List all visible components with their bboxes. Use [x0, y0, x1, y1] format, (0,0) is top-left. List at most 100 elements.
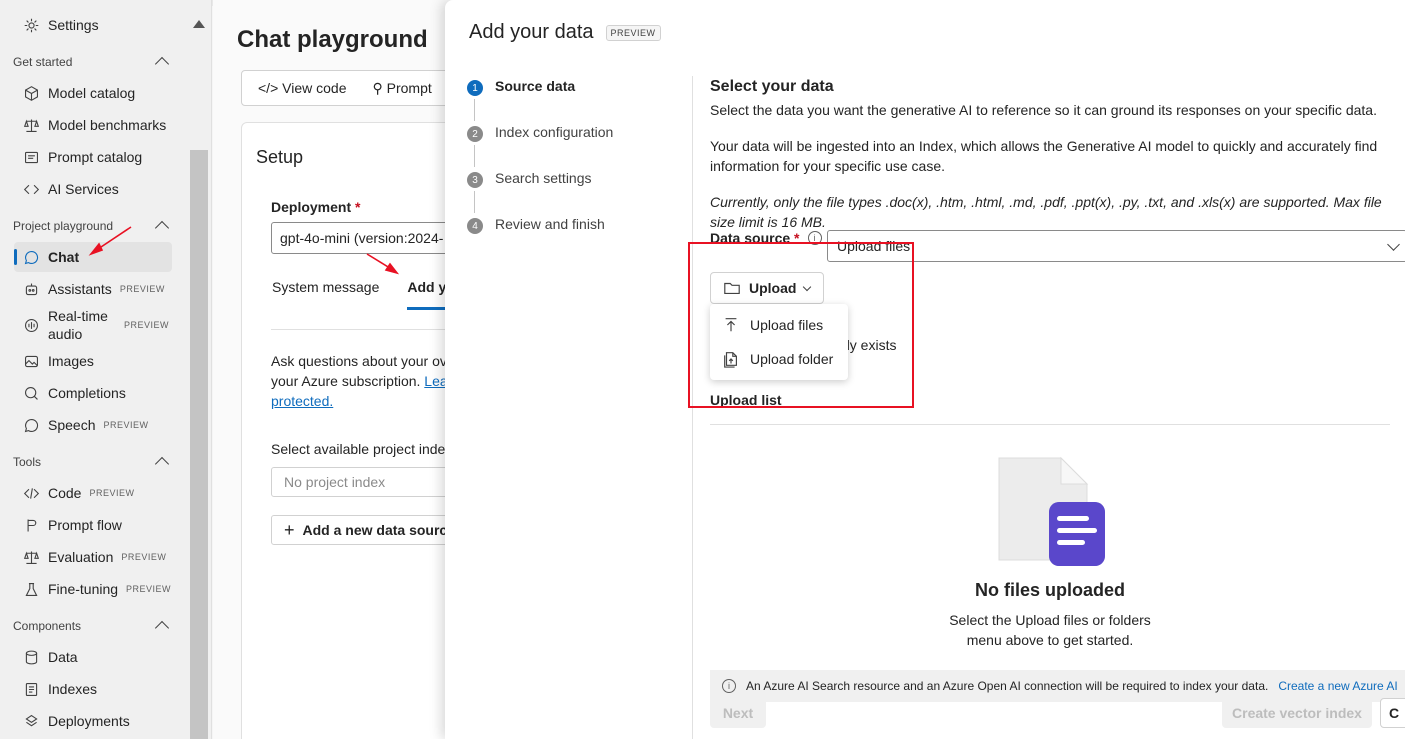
- next-button[interactable]: Next: [710, 698, 766, 728]
- deployment-label-text: Deployment: [271, 199, 352, 215]
- section-label: Get started: [13, 54, 73, 69]
- scroll-up-arrow-icon[interactable]: [193, 20, 205, 28]
- view-code-button[interactable]: </> View code: [258, 80, 346, 96]
- desc-line-2: your Azure subscription.: [271, 373, 425, 389]
- prompt-label: Prompt: [386, 79, 432, 96]
- section-get-started[interactable]: Get started: [13, 54, 173, 72]
- section-components[interactable]: Components: [13, 618, 173, 636]
- sidebar-item-ai-services[interactable]: AI Services: [14, 174, 172, 204]
- label-line-1: Real-time: [48, 308, 108, 324]
- step-number: 3: [467, 172, 483, 188]
- tab-system-message[interactable]: System message: [272, 279, 379, 310]
- section-heading: Select your data: [710, 78, 834, 95]
- deployment-label: Deployment *: [271, 199, 360, 215]
- setup-tabs: System message Add yo: [272, 279, 455, 310]
- chevron-up-icon: [154, 620, 170, 636]
- sidebar-item-label: Evaluation: [48, 549, 114, 565]
- sidebar-item-completions[interactable]: Completions: [14, 378, 172, 408]
- flask-icon: [22, 580, 40, 598]
- sidebar-item-deployments[interactable]: Deployments: [14, 706, 172, 736]
- empty-document-icon: [998, 456, 1105, 566]
- view-code-label: View code: [282, 80, 347, 96]
- sidebar-item-label: Data: [48, 649, 78, 665]
- sidebar-item-label: Completions: [48, 385, 126, 401]
- step-label: Search settings: [495, 170, 592, 186]
- create-azure-ai-link[interactable]: Create a new Azure AI: [1278, 679, 1397, 693]
- chat-bubble-icon: [22, 248, 40, 266]
- chevron-up-icon: [154, 456, 170, 472]
- add-data-source-label: Add a new data sourc: [302, 522, 448, 538]
- gear-icon: [22, 16, 40, 34]
- step-number: 4: [467, 218, 483, 234]
- sidebar-item-code[interactable]: Code PREVIEW: [14, 478, 172, 508]
- sidebar-item-settings[interactable]: Settings: [14, 10, 172, 40]
- sidebar-item-model-catalog[interactable]: Model catalog: [14, 78, 172, 108]
- wizard-steps: 1 Source data 2 Index configuration 3 Se…: [467, 78, 667, 262]
- empty-state-title: No files uploaded: [974, 580, 1125, 600]
- prompt-list-icon: [22, 148, 40, 166]
- step-search-settings[interactable]: 3 Search settings: [467, 170, 667, 216]
- scrollbar-thumb[interactable]: [190, 150, 208, 739]
- create-vector-index-button[interactable]: Create vector index: [1222, 698, 1372, 728]
- panel-title: Add your data PREVIEW: [469, 21, 661, 44]
- sidebar-item-label: Real-time audio: [48, 307, 114, 343]
- section-project-playground[interactable]: Project playground: [13, 218, 173, 236]
- sidebar-item-label: Deployments: [48, 713, 130, 729]
- sidebar-scrollbar[interactable]: [189, 8, 211, 739]
- preview-badge: PREVIEW: [89, 488, 135, 498]
- notice-text: An Azure AI Search resource and an Azure…: [746, 679, 1269, 693]
- protected-link[interactable]: protected.: [271, 393, 333, 409]
- sidebar-item-chat[interactable]: Chat: [14, 242, 172, 272]
- sidebar-item-label: Code: [48, 485, 82, 501]
- sidebar-item-label: Assistants: [48, 281, 112, 297]
- section-label: Tools: [13, 454, 42, 469]
- database-icon: [22, 648, 40, 666]
- step-connector: [474, 145, 475, 167]
- sidebar-item-label: Prompt flow: [48, 517, 122, 533]
- step-index-configuration[interactable]: 2 Index configuration: [467, 124, 667, 170]
- sidebar-item-data[interactable]: Data: [14, 642, 172, 672]
- preview-badge: PREVIEW: [124, 320, 170, 330]
- audio-icon: [22, 316, 40, 334]
- step-label: Index configuration: [495, 124, 614, 140]
- step-number: 1: [467, 80, 483, 96]
- sidebar-item-realtime-audio[interactable]: Real-time audio PREVIEW: [14, 304, 172, 346]
- setup-title: Setup: [256, 147, 304, 167]
- sidebar-item-model-benchmarks[interactable]: Model benchmarks: [14, 110, 172, 140]
- sidebar-item-prompt-catalog[interactable]: Prompt catalog: [14, 142, 172, 172]
- file-types-note: Currently, only the file types .doc(x), …: [710, 194, 1382, 230]
- chevron-down-icon: [1387, 238, 1400, 251]
- cancel-button[interactable]: C: [1380, 698, 1405, 728]
- step-label: Source data: [495, 78, 576, 94]
- source-data-content: Select your data Select the data you wan…: [710, 78, 1405, 728]
- preview-badge: PREVIEW: [121, 552, 167, 562]
- assistant-icon: [22, 280, 40, 298]
- completions-icon: [22, 384, 40, 402]
- sidebar-item-indexes[interactable]: Indexes: [14, 674, 172, 704]
- sidebar-item-label: Prompt catalog: [48, 149, 143, 165]
- sidebar-item-images[interactable]: Images: [14, 346, 172, 376]
- image-icon: [22, 352, 40, 370]
- desc-line-1: Ask questions about your ov: [271, 353, 447, 369]
- prompt-button[interactable]: ⚲ Prompt: [372, 80, 431, 97]
- step-connector: [474, 191, 475, 213]
- left-sidebar: Settings Get started Model catalog Model…: [0, 0, 212, 739]
- step-source-data[interactable]: 1 Source data: [467, 78, 667, 124]
- sidebar-item-label: Settings: [48, 17, 99, 33]
- sidebar-item-speech[interactable]: Speech PREVIEW: [14, 410, 172, 440]
- sidebar-item-prompt-flow[interactable]: Prompt flow: [14, 510, 172, 540]
- empty-state-description: Select the Upload files or folders menu …: [949, 612, 1151, 648]
- panel-title-text: Add your data: [469, 21, 594, 43]
- sidebar-item-assistants[interactable]: Assistants PREVIEW: [14, 274, 172, 304]
- intro-paragraph: Select the data you want the generative …: [710, 102, 1377, 118]
- section-tools[interactable]: Tools: [13, 454, 173, 472]
- code-icon: [22, 484, 40, 502]
- speech-icon: [22, 416, 40, 434]
- sidebar-item-label: Model benchmarks: [48, 117, 167, 133]
- flow-icon: [22, 516, 40, 534]
- sidebar-item-fine-tuning[interactable]: Fine-tuning PREVIEW: [14, 574, 172, 604]
- code-brackets-icon: [22, 180, 40, 198]
- step-number: 2: [467, 126, 483, 142]
- sidebar-item-evaluation[interactable]: Evaluation PREVIEW: [14, 542, 172, 572]
- step-review-and-finish[interactable]: 4 Review and finish: [467, 216, 667, 262]
